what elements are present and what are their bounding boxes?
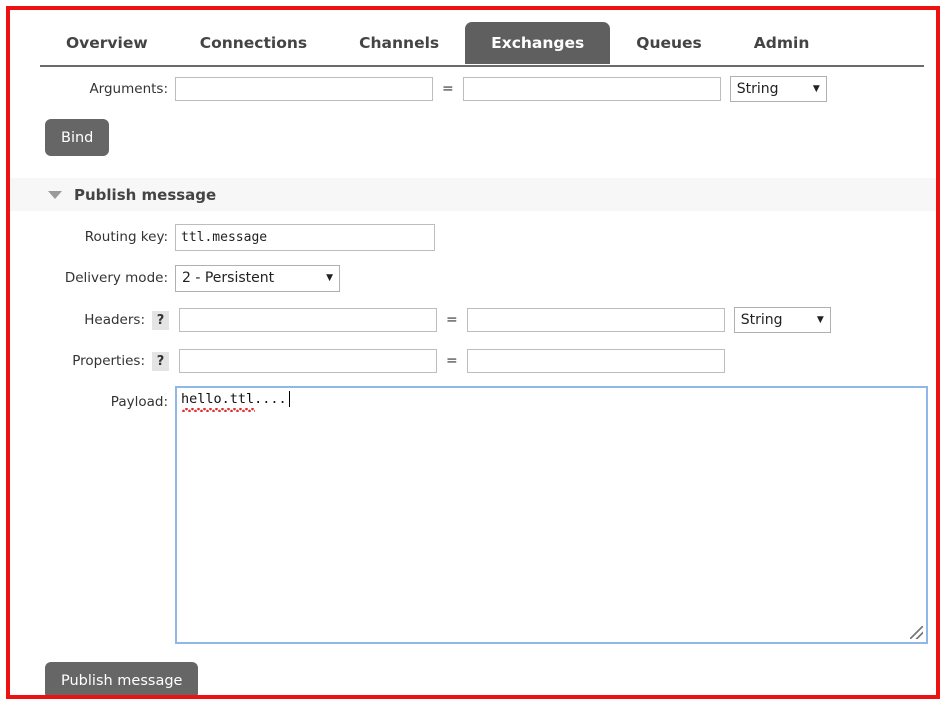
delivery-mode-row: Delivery mode: 2 - Persistent ▼: [50, 265, 340, 291]
headers-type-select[interactable]: String ▼: [734, 307, 831, 333]
headers-help-icon[interactable]: ?: [152, 311, 169, 330]
tab-channels[interactable]: Channels: [333, 22, 465, 64]
headers-equals-sign: =: [446, 312, 458, 328]
publish-message-title: Publish message: [74, 186, 216, 204]
payload-text: hello.ttl....: [181, 391, 287, 407]
publish-message-button[interactable]: Publish message: [45, 662, 198, 695]
tab-connections[interactable]: Connections: [174, 22, 333, 64]
chevron-down-icon: ▼: [813, 84, 820, 94]
arguments-value-input[interactable]: [463, 77, 721, 101]
arguments-equals-sign: =: [442, 81, 454, 97]
delivery-mode-value: 2 - Persistent: [182, 270, 274, 286]
routing-key-label: Routing key:: [50, 229, 168, 245]
headers-type-value: String: [741, 312, 783, 328]
rabbitmq-management-page: Overview Connections Channels Exchanges …: [10, 10, 936, 695]
chevron-down-icon: ▼: [817, 315, 824, 325]
delivery-mode-select[interactable]: 2 - Persistent ▼: [175, 265, 340, 292]
tab-overview[interactable]: Overview: [40, 22, 174, 64]
tabbar-divider: [40, 65, 924, 67]
headers-label: Headers:: [50, 312, 145, 328]
tab-exchanges[interactable]: Exchanges: [465, 22, 610, 64]
arguments-row: Arguments: = String ▼: [50, 76, 827, 102]
routing-key-input[interactable]: [175, 224, 435, 251]
properties-equals-sign: =: [446, 353, 458, 369]
payload-label: Payload:: [50, 394, 168, 410]
publish-message-section-header[interactable]: Publish message: [10, 178, 936, 211]
properties-key-input[interactable]: [179, 349, 437, 373]
headers-value-input[interactable]: [467, 308, 725, 332]
properties-value-input[interactable]: [467, 349, 725, 373]
spellcheck-underline: [182, 408, 255, 412]
text-cursor: [289, 391, 290, 407]
payload-textarea[interactable]: hello.ttl....: [175, 386, 928, 644]
properties-row: Properties: ? =: [50, 348, 725, 374]
headers-row: Headers: ? = String ▼: [50, 307, 831, 333]
tab-admin[interactable]: Admin: [728, 22, 836, 64]
triangle-down-icon[interactable]: [48, 191, 62, 199]
properties-label: Properties:: [50, 353, 145, 369]
arguments-label: Arguments:: [50, 81, 168, 97]
routing-key-row: Routing key:: [50, 224, 435, 250]
resize-grip-icon[interactable]: [910, 626, 923, 639]
arguments-type-value: String: [737, 81, 779, 97]
tab-queues[interactable]: Queues: [610, 22, 728, 64]
delivery-mode-label: Delivery mode:: [50, 270, 168, 286]
tab-list: Overview Connections Channels Exchanges …: [40, 22, 835, 64]
red-annotation-frame: Overview Connections Channels Exchanges …: [6, 6, 940, 699]
arguments-key-input[interactable]: [175, 77, 433, 101]
headers-key-input[interactable]: [179, 308, 437, 332]
arguments-type-select[interactable]: String ▼: [730, 76, 827, 102]
main-navigation: Overview Connections Channels Exchanges …: [10, 10, 936, 64]
bind-button[interactable]: Bind: [45, 119, 109, 156]
chevron-down-icon: ▼: [326, 273, 333, 283]
properties-help-icon[interactable]: ?: [152, 352, 169, 371]
